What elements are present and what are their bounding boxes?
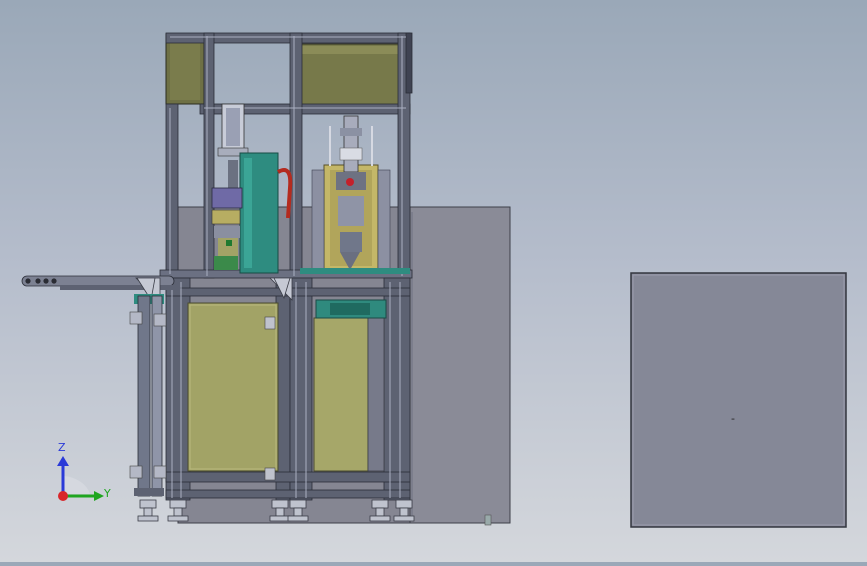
enclosure-panel[interactable] [630, 272, 847, 528]
lower-door-left[interactable] [187, 302, 279, 481]
teal-unit-lower[interactable] [315, 299, 387, 319]
teal-slide-block[interactable] [239, 152, 279, 274]
top-olive-box-left[interactable] [165, 33, 205, 105]
lower-door-right[interactable] [313, 317, 385, 472]
axis-triad [57, 456, 104, 501]
press-unit[interactable] [311, 115, 391, 272]
cad-viewport[interactable]: Z Y - [0, 0, 867, 562]
teal-base-strip [300, 268, 410, 274]
linear-guide-left[interactable] [129, 294, 167, 497]
axis-y-label: Y [104, 487, 111, 500]
gripper-assembly[interactable] [211, 187, 243, 270]
top-olive-box-right[interactable] [299, 43, 401, 107]
axis-z-label: Z [58, 441, 66, 454]
panel-marker: - [731, 412, 735, 425]
